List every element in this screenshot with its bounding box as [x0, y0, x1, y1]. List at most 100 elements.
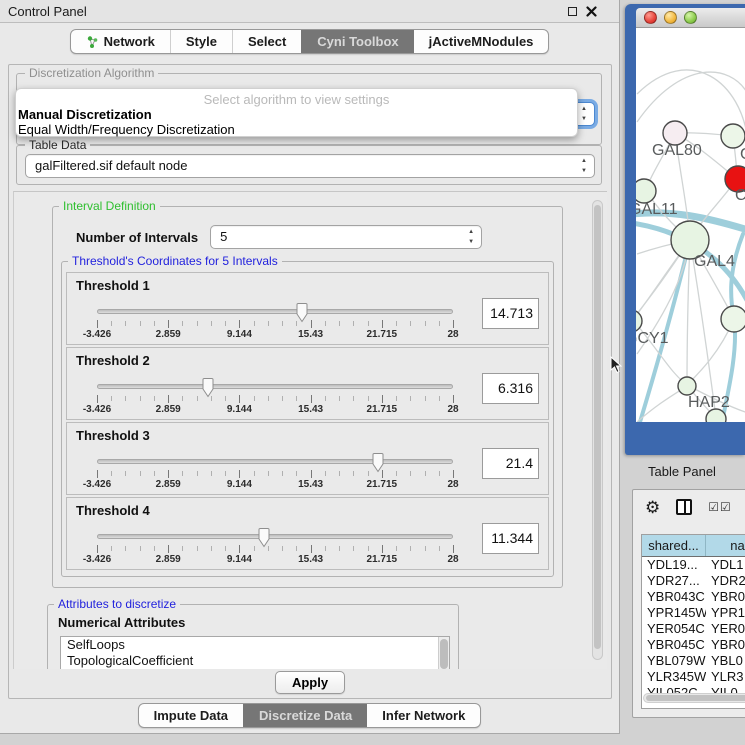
- columns-icon[interactable]: [676, 499, 692, 515]
- network-view-window: GAL80GCGAL11GAL4GCY1HHAP2: [625, 4, 745, 455]
- tab-network[interactable]: Network: [71, 30, 170, 53]
- table-cell: YBR0: [706, 589, 745, 605]
- attributes-listbox[interactable]: SelfLoopsTopologicalCoefficientBetweenne…: [60, 636, 450, 669]
- network-node[interactable]: [636, 179, 656, 203]
- table-row[interactable]: YPR145WYPR1: [642, 605, 745, 621]
- network-node[interactable]: [721, 124, 745, 148]
- table-data-title: Table Data: [25, 138, 90, 152]
- checkbox-icons[interactable]: ☑☑: [708, 500, 732, 514]
- table-panel-toolbar: ⚙ ☑☑: [633, 490, 745, 524]
- interval-definition-group: Interval Definition Number of Intervals …: [52, 206, 563, 588]
- list-scrollbar[interactable]: [438, 637, 449, 669]
- tab-discretize-data[interactable]: Discretize Data: [243, 704, 367, 727]
- slider-ticks: [97, 395, 453, 404]
- threshold-slider[interactable]: [97, 384, 453, 389]
- threshold-row: Threshold 2-3.4262.8599.14415.4321.71528…: [66, 347, 549, 420]
- table-cell: YPR1: [706, 605, 745, 621]
- column-header[interactable]: shared...: [642, 535, 706, 556]
- tab-select[interactable]: Select: [232, 30, 301, 53]
- close-window-icon[interactable]: [644, 11, 657, 24]
- algorithm-dropdown-popup: Select algorithm to view settings Manual…: [15, 88, 578, 137]
- attribute-list-item[interactable]: TopologicalCoefficient: [61, 653, 449, 669]
- tab-jactivemnodules[interactable]: jActiveMNodules: [414, 30, 549, 53]
- network-node[interactable]: [636, 310, 642, 332]
- node-label: GAL11: [636, 201, 678, 218]
- apply-button[interactable]: Apply: [275, 671, 345, 694]
- table-data-group: Table Data galFiltered.sif default node …: [16, 145, 602, 185]
- gear-icon[interactable]: ⚙: [645, 499, 660, 516]
- panel-title: Control Panel: [8, 4, 568, 19]
- table-data-combobox[interactable]: galFiltered.sif default node ▲▼: [25, 154, 595, 178]
- table-cell: YPR145W: [642, 605, 706, 621]
- zoom-window-icon[interactable]: [684, 11, 697, 24]
- table-cell: YBR043C: [642, 589, 706, 605]
- table-cell: YDL1: [706, 557, 745, 573]
- attribute-list-item[interactable]: SelfLoops: [61, 637, 449, 653]
- combo-arrows-icon: ▲▼: [581, 104, 587, 124]
- table-panel: ⚙ ☑☑ shared...na YDL19...YDL1YDR27...YDR…: [632, 489, 745, 718]
- table-row[interactable]: YBL079WYBL0: [642, 653, 745, 669]
- slider-ticks: [97, 470, 453, 479]
- interval-definition-title: Interval Definition: [59, 199, 160, 213]
- settings-scroll-area: Interval Definition Number of Intervals …: [13, 191, 607, 669]
- table-cell: YDR2: [706, 573, 745, 589]
- threshold-value-field[interactable]: 6.316: [482, 373, 539, 404]
- threshold-value-field[interactable]: 11.344: [482, 523, 539, 554]
- threshold-label: Threshold 4: [76, 503, 150, 518]
- float-panel-icon[interactable]: [568, 7, 577, 16]
- table-cell: YBL079W: [642, 653, 706, 669]
- algorithm-group-title: Discretization Algorithm: [25, 66, 158, 80]
- cyni-toolbox-pane: Discretization Algorithm ▲▼ Table Data g…: [8, 64, 612, 699]
- node-label: GAL4: [694, 253, 735, 270]
- table-row[interactable]: YDR27...YDR2: [642, 573, 745, 589]
- threshold-row: Threshold 3-3.4262.8599.14415.4321.71528…: [66, 422, 549, 495]
- dropdown-item[interactable]: Manual Discretization: [16, 107, 577, 122]
- threshold-value-field[interactable]: 21.4: [482, 448, 539, 479]
- threshold-slider[interactable]: [97, 459, 453, 464]
- network-edge[interactable]: [687, 240, 690, 385]
- thresholds-group-title: Threshold's Coordinates for 5 Intervals: [68, 254, 282, 268]
- network-canvas[interactable]: GAL80GCGAL11GAL4GCY1HHAP2: [636, 28, 745, 422]
- settings-scrollbar[interactable]: [592, 200, 603, 660]
- threshold-row: Threshold 4 -3.4262.8599.14415.4321.71528…: [66, 497, 549, 570]
- threshold-slider[interactable]: [97, 309, 453, 314]
- table-cell: YDL19...: [642, 557, 706, 573]
- slider-tick-labels: -3.4262.8599.14415.4321.71528: [97, 554, 453, 566]
- node-table[interactable]: shared...na YDL19...YDL1YDR27...YDR2YBR0…: [641, 534, 745, 709]
- table-row[interactable]: YDL19...YDL1: [642, 557, 745, 573]
- threshold-slider[interactable]: [97, 534, 453, 539]
- table-row[interactable]: YBR045CYBR0: [642, 637, 745, 653]
- tab-cyni-toolbox[interactable]: Cyni Toolbox: [301, 30, 413, 53]
- tab-style[interactable]: Style: [170, 30, 232, 53]
- dropdown-hint: Select algorithm to view settings: [16, 92, 577, 107]
- table-cell: YBL0: [706, 653, 745, 669]
- num-intervals-combobox[interactable]: 5 ▲▼: [210, 225, 482, 249]
- attributes-group-title: Attributes to discretize: [54, 597, 180, 611]
- table-cell: YBR0: [706, 637, 745, 653]
- thresholds-group: Threshold's Coordinates for 5 Intervals …: [61, 261, 554, 577]
- table-row[interactable]: YBR043CYBR0: [642, 589, 745, 605]
- top-tabbar: NetworkStyleSelectCyni ToolboxjActiveMNo…: [70, 29, 550, 54]
- tab-infer-network[interactable]: Infer Network: [367, 704, 480, 727]
- network-edge[interactable]: [637, 72, 745, 122]
- column-header[interactable]: na: [706, 535, 745, 556]
- minimize-window-icon[interactable]: [664, 11, 677, 24]
- network-icon: [86, 35, 99, 49]
- table-cell: YBR045C: [642, 637, 706, 653]
- tab-impute-data[interactable]: Impute Data: [139, 704, 243, 727]
- slider-tick-labels: -3.4262.8599.14415.4321.71528: [97, 479, 453, 491]
- network-node[interactable]: [706, 409, 726, 422]
- network-node[interactable]: [678, 377, 696, 395]
- table-row[interactable]: YLR345WYLR3: [642, 669, 745, 685]
- slider-tick-labels: -3.4262.8599.14415.4321.71528: [97, 329, 453, 341]
- dropdown-item[interactable]: Equal Width/Frequency Discretization: [16, 122, 577, 137]
- node-label: G: [740, 146, 745, 163]
- close-icon[interactable]: [586, 6, 597, 17]
- threshold-row: Threshold 1-3.4262.8599.14415.4321.71528…: [66, 272, 549, 345]
- threshold-value-field[interactable]: 14.713: [482, 298, 539, 329]
- combo-arrows-icon: ▲▼: [581, 156, 587, 176]
- network-node[interactable]: [721, 306, 745, 332]
- table-row[interactable]: YER054CYER0: [642, 621, 745, 637]
- threshold-label: Threshold 2: [76, 353, 150, 368]
- table-hscrollbar[interactable]: [643, 693, 745, 703]
